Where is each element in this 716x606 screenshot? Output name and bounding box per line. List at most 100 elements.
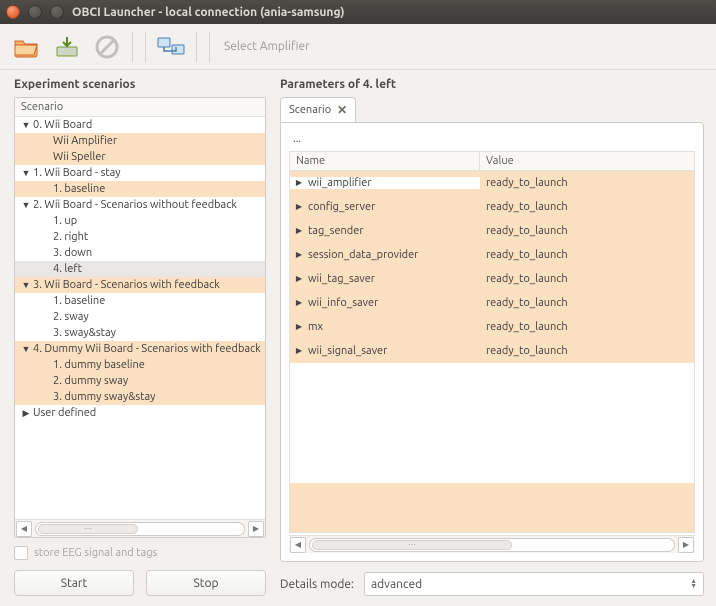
stop-button[interactable]: Stop [146, 570, 266, 596]
expand-row-icon[interactable]: ▶ [294, 346, 304, 355]
tree-item[interactable]: 3. down [15, 245, 265, 261]
chevron-down-icon[interactable]: ▼ [21, 168, 31, 178]
row-name: wii_info_saver [308, 297, 378, 309]
scroll-right-icon[interactable]: ▶ [678, 537, 694, 553]
window-titlebar: OBCI Launcher - local connection (ania-s… [0, 0, 716, 24]
save-button[interactable] [50, 30, 84, 64]
tab-scenario-label: Scenario [289, 104, 331, 116]
close-icon[interactable] [6, 5, 20, 19]
expand-row-icon[interactable]: ▶ [294, 274, 304, 283]
chevron-right-icon[interactable]: ▶ [21, 408, 31, 419]
scenario-tree-panel: Scenario ▼0. Wii BoardWii AmplifierWii S… [14, 97, 266, 538]
tree-label: 4. left [53, 263, 82, 275]
table-row[interactable]: ▶wii_info_saverready_to_launch [290, 291, 694, 315]
tree-group[interactable]: ▼3. Wii Board - Scenarios with feedback [15, 277, 265, 293]
close-tab-icon[interactable]: ✕ [337, 103, 347, 117]
table-row[interactable]: ▶ config_server ready_to_launch [290, 195, 694, 219]
expand-row-icon[interactable]: ▶ [294, 298, 304, 307]
window-title: OBCI Launcher - local connection (ania-s… [72, 6, 345, 19]
row-value: ready_to_launch [480, 225, 694, 237]
tab-scenario[interactable]: Scenario ✕ [280, 97, 356, 123]
scroll-left-icon[interactable]: ◀ [16, 521, 32, 537]
expand-row-icon[interactable]: ▶ [294, 202, 304, 211]
details-mode-value: advanced [371, 578, 422, 591]
table-row[interactable]: ▶session_data_providerready_to_launch [290, 243, 694, 267]
toolbar: Select Amplifier [0, 24, 716, 70]
tree-item[interactable]: 1. baseline [15, 293, 265, 309]
store-eeg-checkbox[interactable] [14, 546, 28, 560]
scenario-column-header[interactable]: Scenario [15, 98, 265, 117]
row-name: wii_amplifier [308, 177, 372, 189]
row-name: wii_tag_saver [308, 273, 375, 285]
table-horizontal-scrollbar[interactable]: ◀ ⋯ ▶ [289, 535, 695, 553]
tree-label: 3. down [53, 247, 92, 259]
tree-label: 4. Dummy Wii Board - Scenarios with feed… [33, 343, 261, 355]
table-row[interactable]: ▶ wii_amplifier ready_to_launch [290, 171, 694, 195]
details-mode-select[interactable]: advanced ▲▼ [364, 572, 704, 596]
row-value: ready_to_launch [480, 345, 694, 357]
row-name: wii_signal_saver [308, 345, 387, 357]
tree-group[interactable]: ▼1. Wii Board - stay [15, 165, 265, 181]
tree-horizontal-scrollbar[interactable]: ◀ ⋯ ▶ [15, 519, 265, 537]
table-row[interactable]: ▶ wii_signal_saver ready_to_launch [290, 339, 694, 363]
maximize-icon[interactable] [50, 5, 64, 19]
tree-item[interactable]: Wii Amplifier [15, 133, 265, 149]
minimize-icon[interactable] [28, 5, 42, 19]
scroll-right-icon[interactable]: ▶ [248, 521, 264, 537]
table-row[interactable]: ▶ mx ready_to_launch [290, 315, 694, 339]
open-folder-button[interactable] [10, 30, 44, 64]
tree-item[interactable]: Wii Speller [15, 149, 265, 165]
tree-group[interactable]: ▶User defined [15, 405, 265, 421]
expand-row-icon[interactable]: ▶ [294, 178, 304, 187]
parameters-title: Parameters of 4. left [280, 78, 704, 91]
tree-item[interactable]: 2. dummy sway [15, 373, 265, 389]
details-mode-label: Details mode: [280, 578, 354, 591]
experiment-scenarios-title: Experiment scenarios [14, 78, 266, 91]
tree-label: 3. sway&stay [53, 327, 116, 339]
tree-label: 1. baseline [53, 183, 105, 195]
row-value: ready_to_launch [480, 177, 694, 189]
tree-label: 1. baseline [53, 295, 105, 307]
row-value: ready_to_launch [480, 321, 694, 333]
expand-row-icon[interactable]: ▶ [294, 226, 304, 235]
tree-label: 3. dummy sway&stay [53, 391, 155, 403]
expand-row-icon[interactable]: ▶ [294, 322, 304, 331]
table-row[interactable]: ▶ tag_sender ready_to_launch [290, 219, 694, 243]
row-value: ready_to_launch [480, 201, 694, 213]
row-name: tag_sender [308, 225, 363, 237]
tree-item[interactable]: 4. left [15, 261, 265, 277]
tree-label: 3. Wii Board - Scenarios with feedback [33, 279, 220, 291]
parameters-table-body[interactable]: ▶ wii_amplifier ready_to_launch ▶ config_ser… [290, 171, 694, 532]
chevron-down-icon[interactable]: ▼ [21, 120, 31, 130]
tree-item[interactable]: 3. sway&stay [15, 325, 265, 341]
column-header-value[interactable]: Value [480, 152, 694, 170]
tree-group[interactable]: ▼2. Wii Board - Scenarios without feedba… [15, 197, 265, 213]
tree-item[interactable]: 1. up [15, 213, 265, 229]
table-row[interactable]: ▶wii_tag_saverready_to_launch [290, 267, 694, 291]
tree-label: 1. Wii Board - stay [33, 167, 121, 179]
chevron-down-icon[interactable]: ▼ [21, 200, 31, 210]
row-name: config_server [308, 201, 375, 213]
row-name: mx [308, 321, 323, 333]
start-button[interactable]: Start [14, 570, 134, 596]
tree-label: 2. sway [53, 311, 89, 323]
tree-label: 0. Wii Board [33, 119, 92, 131]
tree-group[interactable]: ▼4. Dummy Wii Board - Scenarios with fee… [15, 341, 265, 357]
tree-item[interactable]: 1. dummy baseline [15, 357, 265, 373]
chevron-down-icon[interactable]: ▼ [21, 344, 31, 354]
tree-item[interactable]: 2. sway [15, 309, 265, 325]
scroll-left-icon[interactable]: ◀ [290, 537, 306, 553]
chevron-down-icon[interactable]: ▼ [21, 280, 31, 290]
network-button[interactable] [154, 30, 188, 64]
column-header-name[interactable]: Name [290, 152, 480, 170]
tree-item[interactable]: 3. dummy sway&stay [15, 389, 265, 405]
tree-group[interactable]: ▼0. Wii Board [15, 117, 265, 133]
select-amplifier-label[interactable]: Select Amplifier [224, 40, 310, 53]
expand-row-icon[interactable]: ▶ [294, 250, 304, 259]
row-value: ready_to_launch [480, 249, 694, 261]
tree-item[interactable]: 1. baseline [15, 181, 265, 197]
breadcrumb[interactable]: ... [289, 129, 695, 151]
tree-item[interactable]: 2. right [15, 229, 265, 245]
scenario-tree[interactable]: ▼0. Wii BoardWii AmplifierWii Speller▼1.… [15, 117, 265, 519]
disabled-stop-button [90, 30, 124, 64]
